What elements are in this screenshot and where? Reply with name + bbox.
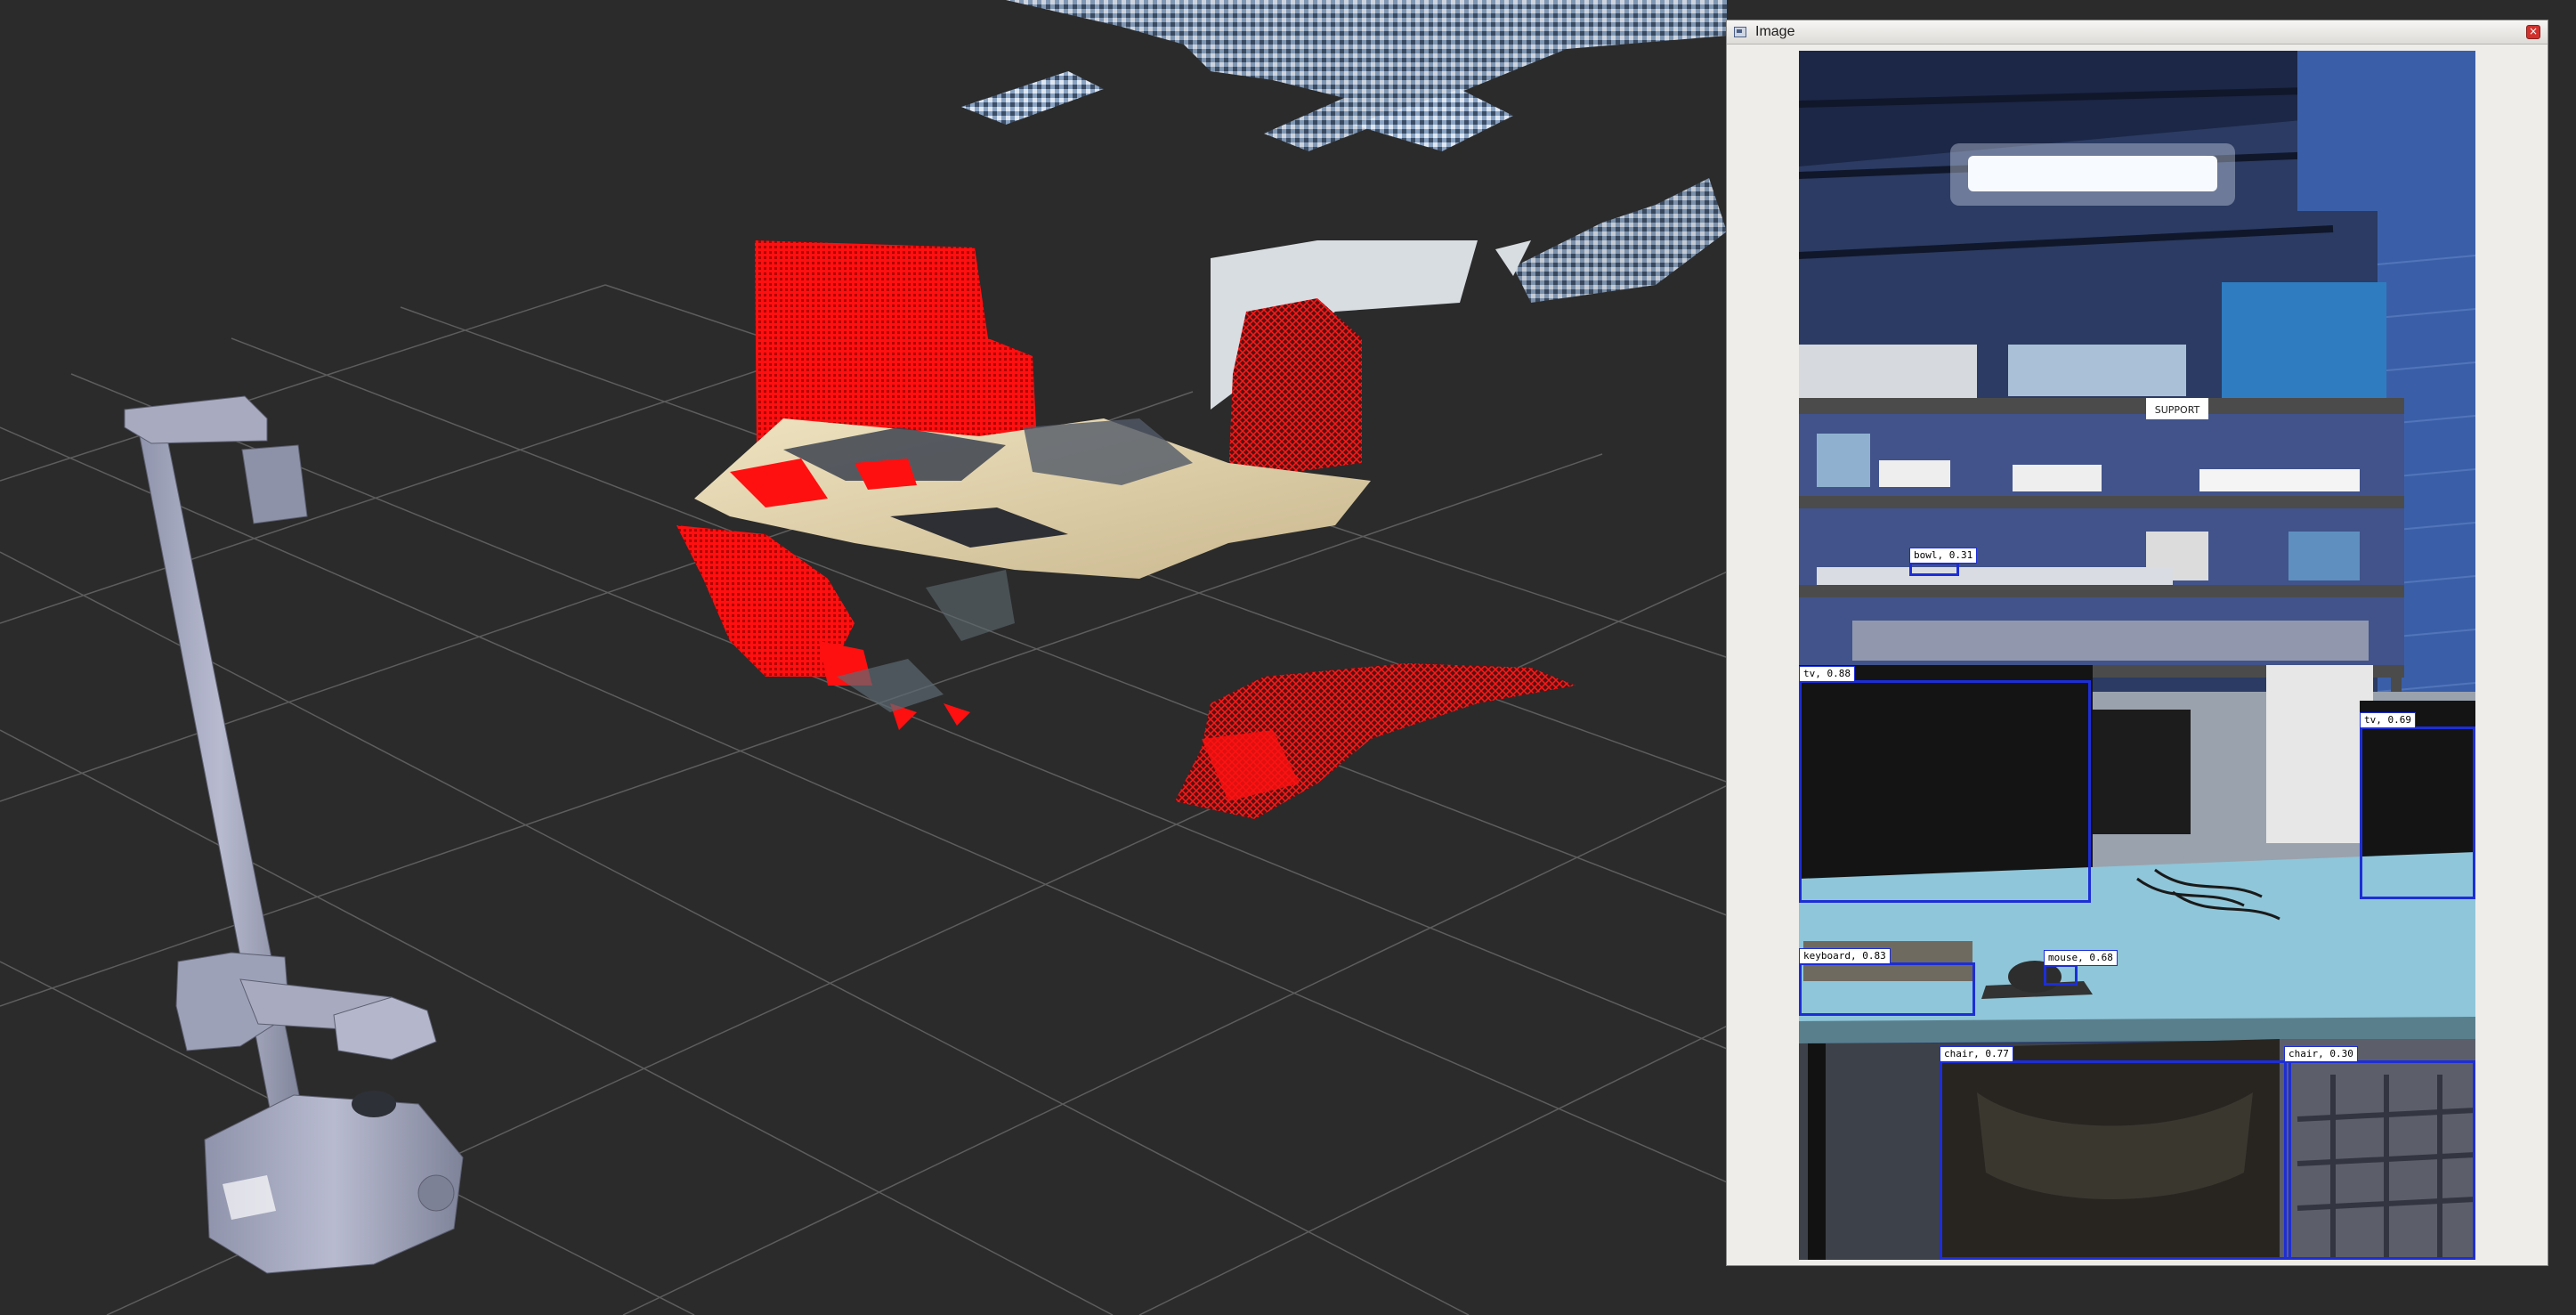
detection-label: chair, 0.77: [1940, 1046, 2013, 1062]
detection-label: tv, 0.88: [1799, 666, 1855, 682]
detection-tv: tv, 0.88: [1799, 666, 2091, 903]
close-button[interactable]: ×: [2526, 25, 2540, 39]
detection-tv-2: tv, 0.69: [2360, 712, 2475, 899]
floor-chair-points: [1175, 663, 1576, 819]
detection-label: tv, 0.69: [2360, 712, 2416, 728]
detection-chair-2: chair, 0.30: [2284, 1046, 2475, 1260]
support-sign: SUPPORT: [2155, 404, 2200, 416]
detection-mouse: mouse, 0.68: [2044, 950, 2118, 986]
detection-keyboard: keyboard, 0.83: [1799, 948, 1975, 1016]
window-titlebar[interactable]: Image ×: [1727, 20, 2548, 45]
detection-bowl: bowl, 0.31: [1909, 548, 1978, 576]
detection-label: chair, 0.30: [2284, 1046, 2358, 1062]
image-viewer-window[interactable]: Image × SUPPORT bowl, 0.31 tv, 0.88 tv, …: [1726, 20, 2548, 1266]
image-window-icon: [1734, 27, 1746, 37]
detection-label: mouse, 0.68: [2044, 950, 2118, 966]
detection-label: bowl, 0.31: [1909, 548, 1978, 564]
detection-label: keyboard, 0.83: [1799, 948, 1891, 964]
window-title: Image: [1755, 24, 1795, 39]
robot-model: [124, 395, 464, 1274]
detection-chair: chair, 0.77: [1940, 1046, 2291, 1260]
camera-image: SUPPORT bowl, 0.31 tv, 0.88 tv, 0.69 key…: [1799, 51, 2475, 1260]
